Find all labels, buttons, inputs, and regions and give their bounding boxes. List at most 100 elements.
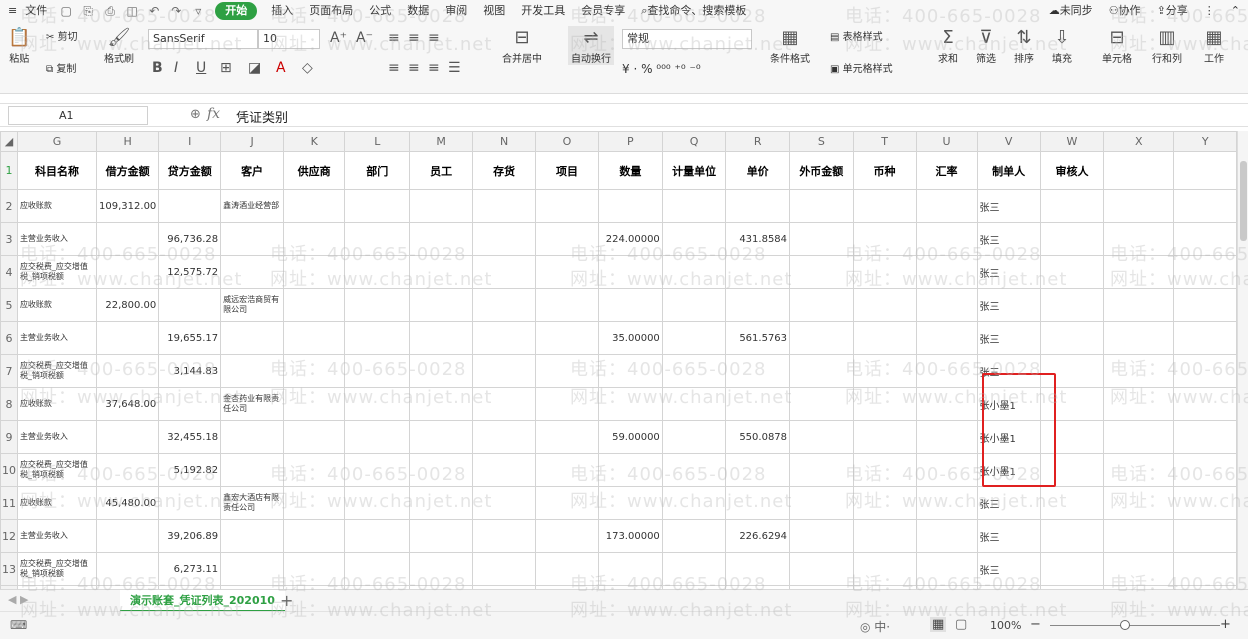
spreadsheet-grid[interactable]: ◢ G H I J K L M N O P Q R S T U V W X Y 1 科目名称 借方金额 贷方金额 客户 供应商部… <box>0 131 1237 589</box>
table-cell[interactable] <box>725 288 791 322</box>
table-cell[interactable] <box>283 189 346 223</box>
table-cell[interactable] <box>1173 222 1237 256</box>
tab-page-layout[interactable]: 页面布局 <box>301 0 361 22</box>
column-header-G[interactable]: G <box>16 131 98 152</box>
header-cell[interactable]: 部门 <box>344 151 411 190</box>
table-cell[interactable] <box>344 387 411 421</box>
dropdown-icon[interactable]: ▿ <box>190 3 206 19</box>
row-header[interactable]: 13 <box>0 552 18 586</box>
table-cell[interactable]: 张三 <box>976 189 1041 223</box>
table-cell[interactable] <box>1103 189 1175 223</box>
table-cell[interactable] <box>472 222 537 256</box>
table-cell[interactable]: 鑫涛酒业经营部 <box>220 189 285 223</box>
table-cell[interactable]: 224.00000 <box>597 222 663 256</box>
table-cell[interactable] <box>96 255 160 289</box>
header-cell[interactable]: 项目 <box>535 151 599 190</box>
table-cell[interactable]: 应收账款 <box>16 486 98 520</box>
table-cell[interactable]: 19,655.17 <box>158 321 222 355</box>
zoom-out-icon[interactable]: − <box>1030 617 1041 632</box>
table-cell[interactable]: 应交税费_应交增值税_销项税额 <box>16 552 98 586</box>
underline-icon[interactable]: U <box>196 60 206 76</box>
table-cell[interactable] <box>283 552 346 586</box>
print-icon[interactable]: ⎙ <box>102 3 118 19</box>
fx-icon[interactable]: fx <box>207 106 220 122</box>
table-cell[interactable] <box>96 453 160 487</box>
font-size-select[interactable]: 10 <box>258 29 320 49</box>
table-cell[interactable] <box>661 189 727 223</box>
view-mode-icon[interactable]: ◎ 中· <box>860 618 890 635</box>
hamburger-icon[interactable]: ≡ <box>0 0 25 22</box>
table-cell[interactable] <box>661 552 727 586</box>
column-header-Q[interactable]: Q <box>661 131 727 152</box>
align-left-icon[interactable]: ≡ <box>388 60 400 76</box>
table-cell[interactable]: 173.00000 <box>597 519 663 553</box>
table-cell[interactable] <box>597 387 663 421</box>
table-cell[interactable]: 主营业务收入 <box>16 321 98 355</box>
table-cell[interactable]: 561.5763 <box>725 321 791 355</box>
table-cell[interactable] <box>409 519 474 553</box>
header-cell[interactable]: 数量 <box>597 151 663 190</box>
table-cell[interactable] <box>472 420 537 454</box>
table-cell[interactable]: 5,192.82 <box>158 453 222 487</box>
table-cell[interactable] <box>472 321 537 355</box>
tab-formula[interactable]: 公式 <box>361 0 399 22</box>
table-cell[interactable] <box>1039 519 1105 553</box>
table-cell[interactable] <box>1103 486 1175 520</box>
save-icon[interactable]: ▢ <box>58 3 74 19</box>
table-cell[interactable] <box>789 486 854 520</box>
table-cell[interactable]: 37,648.00 <box>96 387 160 421</box>
fill-color-icon[interactable]: ◪ <box>248 60 261 76</box>
table-cell[interactable] <box>661 288 727 322</box>
table-cell[interactable] <box>661 453 727 487</box>
column-header-Y[interactable]: Y <box>1173 131 1237 152</box>
table-cell[interactable]: 金杏药业有限责任公司 <box>220 387 285 421</box>
table-cell[interactable] <box>852 354 917 388</box>
align-center-icon[interactable]: ≡ <box>408 60 420 76</box>
row-header[interactable]: 12 <box>0 519 18 553</box>
table-cell[interactable] <box>852 552 917 586</box>
table-cell[interactable] <box>915 222 978 256</box>
table-cell[interactable] <box>409 486 474 520</box>
row-header[interactable]: 9 <box>0 420 18 454</box>
header-cell[interactable]: 贷方金额 <box>158 151 222 190</box>
table-cell[interactable] <box>472 189 537 223</box>
table-cell[interactable] <box>344 519 411 553</box>
table-cell[interactable] <box>283 519 346 553</box>
table-cell[interactable]: 张三 <box>976 321 1041 355</box>
table-cell[interactable] <box>661 387 727 421</box>
row-header[interactable]: 7 <box>0 354 18 388</box>
table-cell[interactable] <box>1039 552 1105 586</box>
table-cell[interactable]: 应收账款 <box>16 189 98 223</box>
table-cell[interactable] <box>597 189 663 223</box>
number-format-select[interactable]: 常规 <box>622 29 752 49</box>
redo-icon[interactable]: ↷ <box>168 3 184 19</box>
table-cell[interactable]: 431.8584 <box>725 222 791 256</box>
table-cell[interactable] <box>789 453 854 487</box>
table-cell[interactable]: 主营业务收入 <box>16 222 98 256</box>
table-cell[interactable] <box>915 321 978 355</box>
table-cell[interactable] <box>409 255 474 289</box>
copy-button[interactable]: ⧉ 复制 <box>46 60 76 75</box>
tab-view[interactable]: 视图 <box>475 0 513 22</box>
number-format-row[interactable]: ¥ · % ⁰⁰⁰ ⁺⁰ ⁻⁰ <box>622 62 701 76</box>
table-cell[interactable] <box>158 288 222 322</box>
table-cell[interactable] <box>1173 354 1237 388</box>
table-cell[interactable] <box>915 519 978 553</box>
table-cell[interactable] <box>597 354 663 388</box>
column-header-N[interactable]: N <box>472 131 537 152</box>
fill-button[interactable]: ⇩ 填充 <box>1052 26 1072 65</box>
table-cell[interactable] <box>1103 519 1175 553</box>
row-header[interactable]: 4 <box>0 255 18 289</box>
table-cell[interactable] <box>852 453 917 487</box>
more-icon[interactable]: ⋮ <box>1196 0 1223 22</box>
table-cell[interactable] <box>852 420 917 454</box>
align-top-icon[interactable]: ≡ <box>388 30 400 46</box>
table-cell[interactable]: 35.00000 <box>597 321 663 355</box>
column-header-W[interactable]: W <box>1039 131 1105 152</box>
row-header[interactable]: 8 <box>0 387 18 421</box>
table-cell[interactable]: 张三 <box>976 486 1041 520</box>
table-cell[interactable] <box>472 519 537 553</box>
header-cell[interactable]: 计量单位 <box>661 151 727 190</box>
table-cell[interactable] <box>1173 387 1237 421</box>
table-cell[interactable] <box>597 255 663 289</box>
